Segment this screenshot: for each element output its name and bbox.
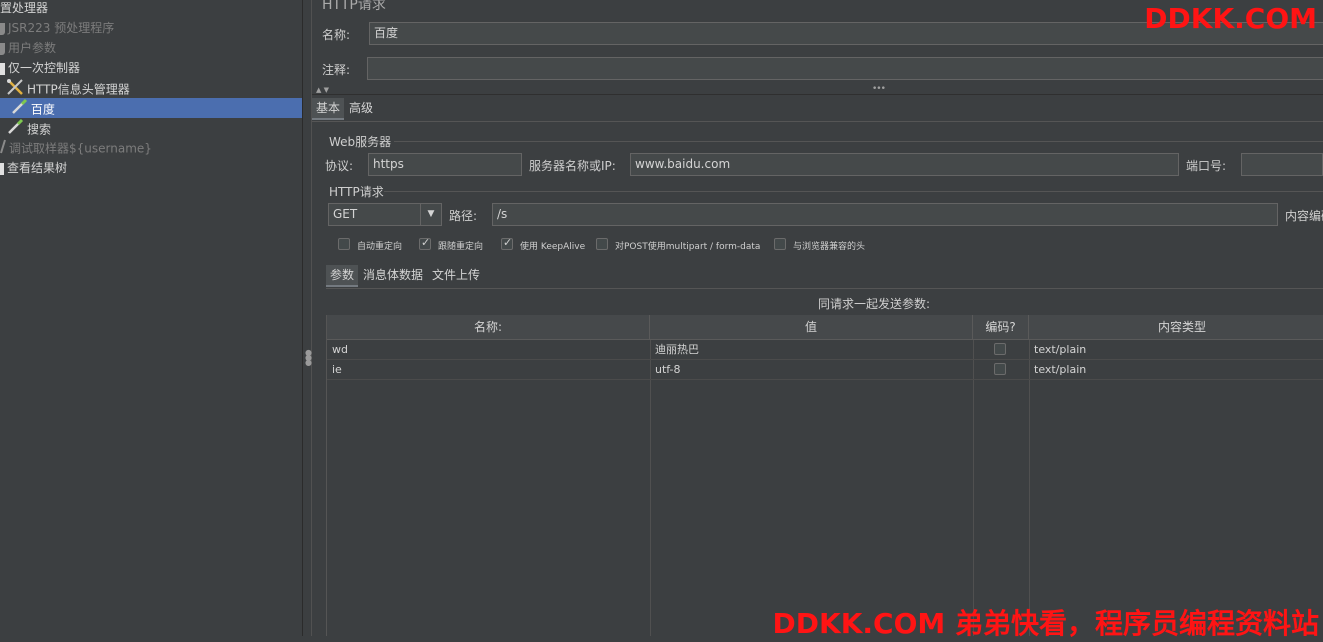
keepalive-label: 使用 KeepAlive: [520, 242, 586, 252]
encode-checkbox[interactable]: [994, 363, 1006, 375]
tree-item-results-tree[interactable]: 查看结果树: [0, 158, 67, 178]
tree-item-search[interactable]: 搜索: [6, 118, 51, 138]
comment-label: 注释:: [322, 63, 351, 77]
tree-item-label: 仅一次控制器: [8, 61, 81, 75]
browser-headers-checkbox[interactable]: [774, 238, 786, 250]
web-server-legend: Web服务器: [329, 135, 392, 149]
tab-basic[interactable]: 基本: [312, 98, 345, 120]
tree-item-debug-sampler[interactable]: 调试取样器${username}: [0, 138, 152, 158]
protocol-field[interactable]: https: [368, 153, 522, 176]
bracket-icon: [0, 162, 4, 175]
watermark-bottom: DDKK.COM 弟弟快看，程序员编程资料站: [772, 607, 1319, 640]
tree-item-label: HTTP信息头管理器: [27, 82, 130, 97]
tree-item-preprocessor[interactable]: 置处理器: [0, 0, 48, 18]
tab-parameters[interactable]: 参数: [326, 265, 359, 287]
params-caption: 同请求一起发送参数:: [818, 297, 931, 311]
auto-redirect-checkbox[interactable]: [338, 238, 350, 250]
method-select[interactable]: GET ▼: [328, 203, 442, 226]
comment-field[interactable]: [367, 57, 1323, 80]
bracket-icon: [0, 62, 5, 75]
multipart-checkbox[interactable]: [596, 238, 608, 250]
port-field[interactable]: [1241, 153, 1323, 176]
table-row-2-name[interactable]: ie: [327, 360, 650, 380]
server-field[interactable]: www.baidu.com: [630, 153, 1179, 176]
browser-headers-label: 与浏览器兼容的头: [793, 242, 866, 252]
tree-item-label: 调试取样器${username}: [9, 141, 152, 156]
table-row-2-value[interactable]: utf-8: [650, 360, 973, 380]
column-header-name[interactable]: 名称:: [327, 315, 650, 340]
tree-item-label: 搜索: [27, 122, 52, 137]
method-value: GET: [333, 207, 358, 221]
port-label: 端口号:: [1186, 159, 1227, 173]
tree-item-label: JSR223 预处理程序: [8, 21, 115, 35]
watermark-top: DDKK.COM: [1144, 2, 1317, 35]
multipart-label: 对POST使用multipart / form-data: [615, 242, 761, 252]
tree-item-label: 查看结果树: [7, 161, 68, 175]
table-row-1-type[interactable]: text/plain: [1029, 340, 1323, 360]
pipette-small-icon: [0, 138, 6, 160]
tree-item-label: 百度: [30, 102, 55, 117]
tree-item-label: 置处理器: [0, 1, 49, 15]
content-encoding-label: 内容编码: [1285, 209, 1323, 223]
drag-handle-icon: ● ● ●: [305, 348, 312, 367]
http-request-legend: HTTP请求: [329, 185, 384, 199]
parameters-table[interactable]: 名称: 值 编码? 内容类型 wd 迪丽热巴 text/plain ie utf…: [326, 315, 1323, 636]
tree-item-jsr223[interactable]: JSR223 预处理程序: [0, 18, 114, 38]
splitter-dots-icon[interactable]: •••: [872, 84, 886, 94]
server-label: 服务器名称或IP:: [529, 159, 616, 173]
table-row-2-type[interactable]: text/plain: [1029, 360, 1323, 380]
table-row-1-encode[interactable]: [973, 340, 1029, 360]
bracket-icon: [0, 22, 5, 35]
chevron-down-icon[interactable]: ▼: [420, 204, 441, 225]
encode-checkbox[interactable]: [994, 343, 1006, 355]
name-label: 名称:: [322, 28, 351, 42]
tab-advanced[interactable]: 高级: [345, 98, 377, 118]
tab-files-upload[interactable]: 文件上传: [428, 265, 484, 285]
path-field[interactable]: /s: [492, 203, 1278, 226]
tree-item-label: 用户参数: [8, 41, 57, 55]
follow-redirects-checkbox[interactable]: [419, 236, 431, 250]
protocol-label: 协议:: [325, 159, 354, 173]
path-label: 路径:: [449, 209, 478, 223]
panel-title: HTTP请求: [322, 0, 386, 13]
collapse-arrows-icon[interactable]: ▲ ▼: [316, 86, 329, 94]
keepalive-checkbox[interactable]: [501, 236, 513, 250]
tab-body-data[interactable]: 消息体数据: [359, 265, 427, 285]
table-row-2-encode[interactable]: [973, 360, 1029, 380]
column-header-encode[interactable]: 编码?: [973, 315, 1029, 340]
tree-item-header-manager[interactable]: HTTP信息头管理器: [6, 78, 130, 98]
http-request-panel: HTTP请求 名称: 百度 注释: ▲ ▼ ••• 基本 高级 Web服务器 协…: [312, 0, 1323, 636]
pane-splitter[interactable]: ● ● ●: [302, 0, 312, 636]
auto-redirect-label: 自动重定向: [357, 242, 403, 252]
tree-item-user-params[interactable]: 用户参数: [0, 38, 56, 58]
column-header-value[interactable]: 值: [650, 315, 973, 340]
tree-item-once-only-controller[interactable]: 仅一次控制器: [0, 58, 80, 78]
bracket-icon: [0, 42, 5, 55]
follow-redirects-label: 跟随重定向: [438, 242, 484, 252]
tree-item-baidu[interactable]: 百度: [0, 98, 302, 118]
table-row-1-name[interactable]: wd: [327, 340, 650, 360]
column-header-content-type[interactable]: 内容类型: [1029, 315, 1323, 340]
table-row-1-value[interactable]: 迪丽热巴: [650, 340, 973, 360]
test-plan-tree[interactable]: 置处理器 JSR223 预处理程序 用户参数 仅一次控制器 HTTP信息头管理器…: [0, 0, 302, 636]
